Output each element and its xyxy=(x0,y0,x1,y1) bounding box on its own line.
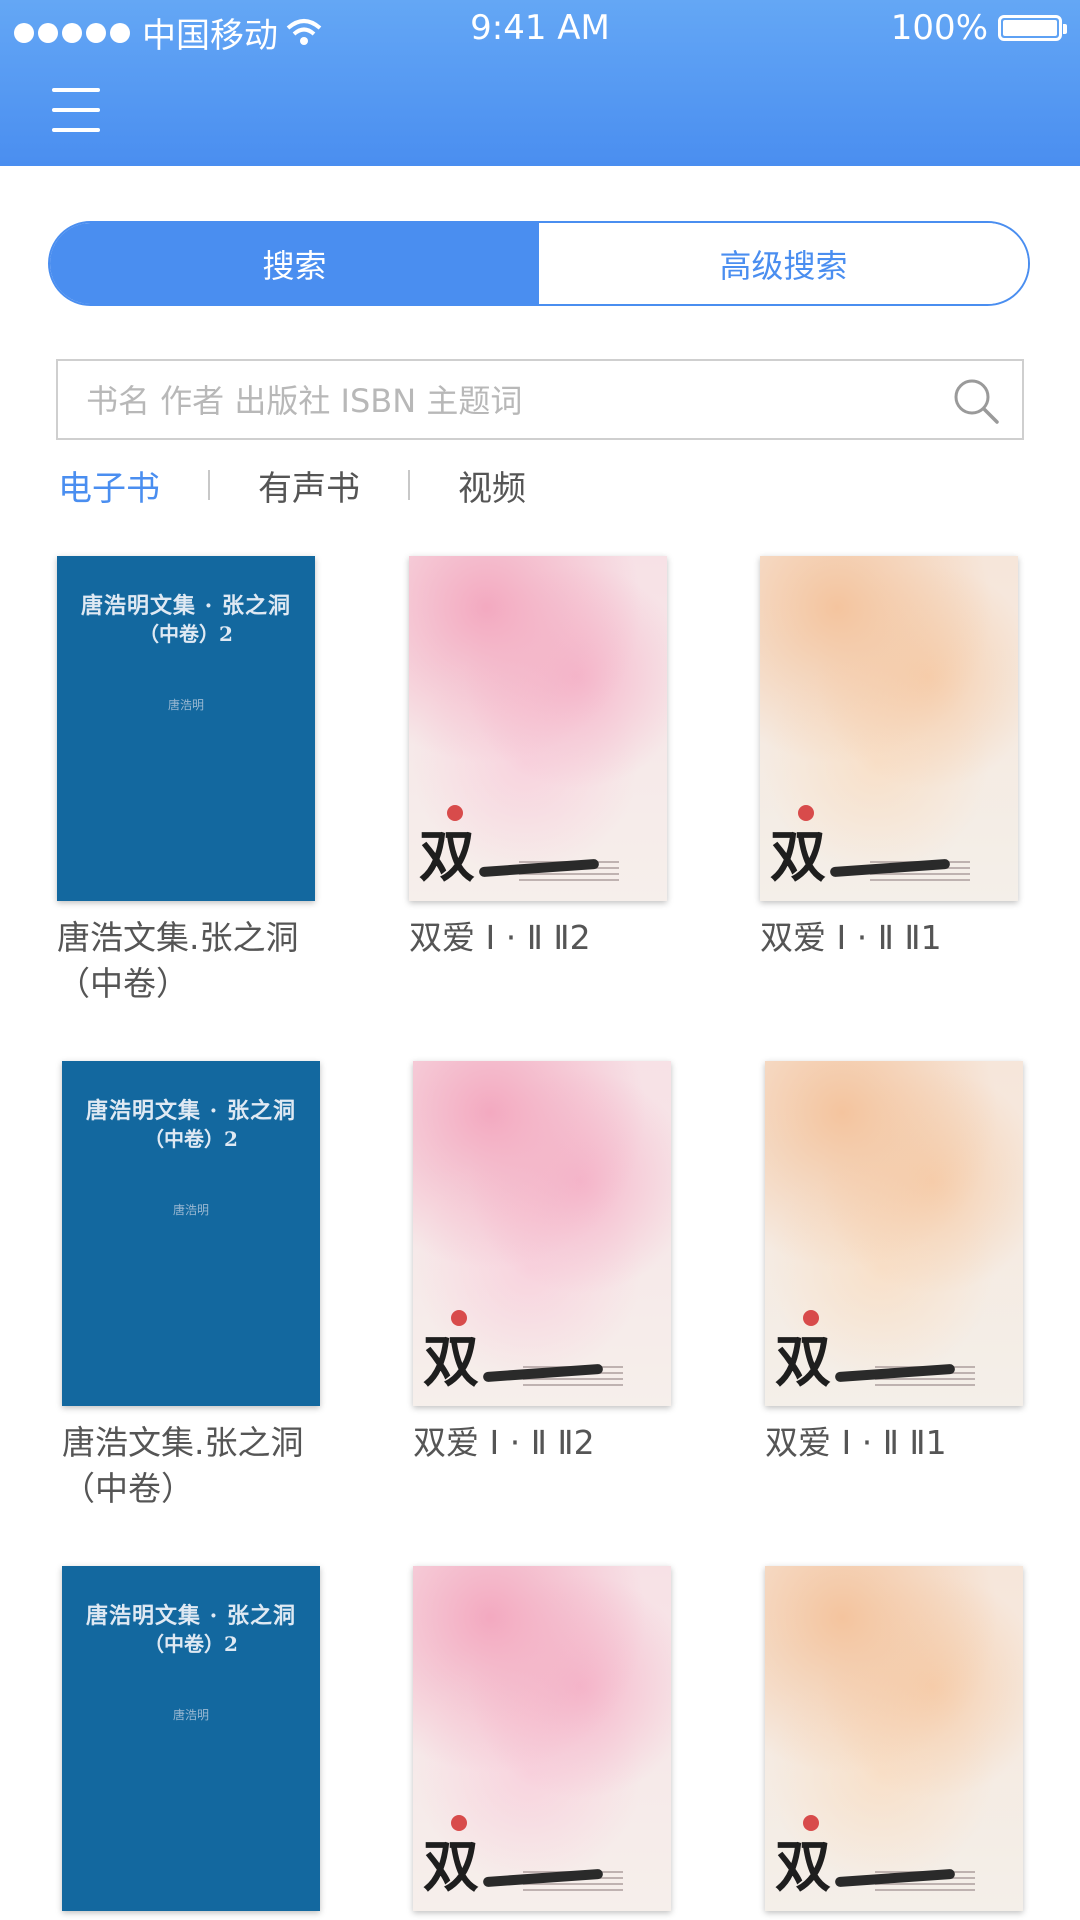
cover-glyph: 双 xyxy=(423,1834,479,1900)
book-title[interactable]: 唐浩文集.张之洞（中卷） xyxy=(62,1420,342,1512)
book-item[interactable]: 双 双爱 Ⅰ · Ⅱ Ⅱ2 xyxy=(413,1061,693,1466)
cover-subtitle: （中卷）2 xyxy=(144,1632,238,1656)
book-item[interactable]: 双 双爱 Ⅰ · Ⅱ Ⅱ1 xyxy=(760,556,1040,961)
book-item[interactable]: 双 xyxy=(765,1566,1023,1911)
cover-subtitle: （中卷）2 xyxy=(139,622,233,646)
cover-glyph: 双 xyxy=(770,824,826,890)
cover-title: 唐浩明文集 · 张之洞 xyxy=(86,1098,296,1124)
cover-author: 唐浩明 xyxy=(172,1203,209,1217)
cover-glyph: 双 xyxy=(423,1329,479,1395)
book-cover[interactable]: 双 xyxy=(765,1061,1023,1406)
book-item[interactable]: 唐浩明文集 · 张之洞 （中卷）2 唐浩明 唐浩文集.张之洞（中卷） xyxy=(62,1061,342,1512)
book-cover[interactable]: 双 xyxy=(409,556,667,901)
cover-author: 唐浩明 xyxy=(167,698,204,712)
cover-glyph: 双 xyxy=(419,824,475,890)
book-cover[interactable]: 双 xyxy=(413,1566,671,1911)
book-cover[interactable]: 双 xyxy=(413,1061,671,1406)
cover-subtitle: （中卷）2 xyxy=(144,1127,238,1151)
book-title[interactable]: 双爱 Ⅰ · Ⅱ Ⅱ1 xyxy=(765,1420,1045,1466)
cover-title: 唐浩明文集 · 张之洞 xyxy=(86,1603,296,1629)
cover-author: 唐浩明 xyxy=(172,1708,209,1722)
cover-title: 唐浩明文集 · 张之洞 xyxy=(81,593,291,619)
book-cover[interactable]: 唐浩明文集 · 张之洞 （中卷）2 唐浩明 xyxy=(62,1566,320,1911)
book-item[interactable]: 双 双爱 Ⅰ · Ⅱ Ⅱ2 xyxy=(409,556,689,961)
book-item[interactable]: 双 双爱 Ⅰ · Ⅱ Ⅱ1 xyxy=(765,1061,1045,1466)
book-cover[interactable]: 双 xyxy=(765,1566,1023,1911)
book-cover[interactable]: 唐浩明文集 · 张之洞 （中卷）2 唐浩明 xyxy=(57,556,315,901)
book-cover[interactable]: 双 xyxy=(760,556,1018,901)
book-item[interactable]: 唐浩明文集 · 张之洞 （中卷）2 唐浩明 唐浩文集.张之洞（中卷） xyxy=(57,556,337,1007)
book-grid: 唐浩明文集 · 张之洞 （中卷）2 唐浩明 唐浩文集.张之洞（中卷） 双 双爱 … xyxy=(0,0,1080,1920)
book-title[interactable]: 双爱 Ⅰ · Ⅱ Ⅱ2 xyxy=(409,915,689,961)
cover-glyph: 双 xyxy=(775,1329,831,1395)
book-title[interactable]: 双爱 Ⅰ · Ⅱ Ⅱ2 xyxy=(413,1420,693,1466)
book-item[interactable]: 唐浩明文集 · 张之洞 （中卷）2 唐浩明 xyxy=(62,1566,320,1911)
cover-glyph: 双 xyxy=(775,1834,831,1900)
book-title[interactable]: 双爱 Ⅰ · Ⅱ Ⅱ1 xyxy=(760,915,1040,961)
book-item[interactable]: 双 xyxy=(413,1566,671,1911)
book-cover[interactable]: 唐浩明文集 · 张之洞 （中卷）2 唐浩明 xyxy=(62,1061,320,1406)
book-title[interactable]: 唐浩文集.张之洞（中卷） xyxy=(57,915,337,1007)
